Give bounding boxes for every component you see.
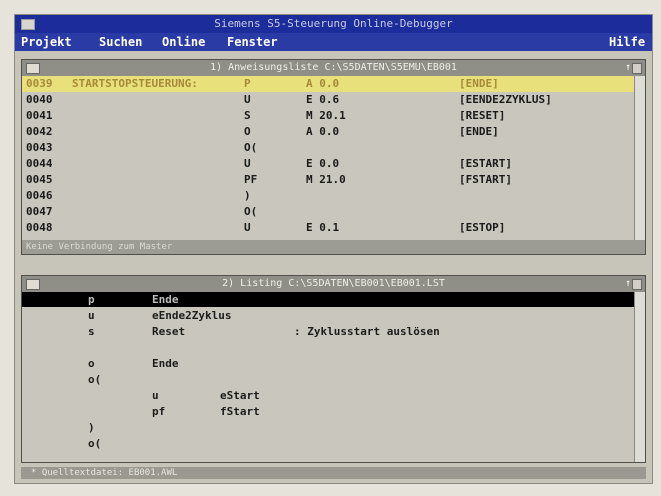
row-operation: S xyxy=(244,109,251,122)
window-titlebar: Siemens S5-Steuerung Online-Debugger xyxy=(15,15,652,33)
listing-col-arg: pf xyxy=(152,405,166,418)
row-symbol: [FSTART] xyxy=(459,173,512,186)
row-symbol: [ENDE] xyxy=(459,77,499,90)
row-address: 0043 xyxy=(26,141,53,154)
row-address: 0047 xyxy=(26,205,53,218)
listing-col-comment: : Zyklusstart auslösen xyxy=(294,325,440,338)
listing-col-arg: eEnde2Zyklus xyxy=(152,309,232,322)
row-operand: E 0.6 xyxy=(306,93,340,106)
row-symbol: [ESTART] xyxy=(459,157,512,170)
pane2-system-icon[interactable] xyxy=(26,279,40,290)
pane2-title: 2) Listing C:\S5DATEN\EB001\EB001.LST xyxy=(222,278,445,289)
pane-anweisungsliste: 1) Anweisungsliste C:\S5DATEN\S5EMU\EB00… xyxy=(21,59,646,255)
code-row[interactable]: 0047 O( xyxy=(22,204,635,220)
listing-row[interactable]: s Reset : Zyklusstart auslösen xyxy=(22,324,635,339)
row-operation: U xyxy=(244,221,251,234)
pane1-titlebar: 1) Anweisungsliste C:\S5DATEN\S5EMU\EB00… xyxy=(22,60,645,76)
pane1-system-icon[interactable] xyxy=(26,63,40,74)
pane2-listing-area[interactable]: p Ende u eEnde2Zyklus s Reset : Zyklusstart au… xyxy=(22,292,635,462)
pane2-maximize-icon[interactable]: ↑ xyxy=(625,278,631,290)
row-operation: ) xyxy=(244,189,251,202)
listing-row[interactable] xyxy=(22,340,635,355)
row-address: 0044 xyxy=(26,157,53,170)
row-operand: M 20.1 xyxy=(306,109,346,122)
listing-col-arg: u xyxy=(152,389,159,402)
code-row[interactable]: 0048 U E 0.1 [ESTOP] xyxy=(22,220,635,236)
listing-row[interactable]: o Ende xyxy=(22,356,635,371)
row-address: 0041 xyxy=(26,109,53,122)
row-operation: PF xyxy=(244,173,258,186)
pane1-close-icon[interactable] xyxy=(632,63,642,74)
row-operation: U xyxy=(244,93,251,106)
listing-col-op: o xyxy=(88,357,95,370)
row-operand: E 0.1 xyxy=(306,221,340,234)
row-symbol: [ESTOP] xyxy=(459,221,506,234)
listing-row[interactable]: u eEnde2Zyklus xyxy=(22,308,635,323)
pane1-status: Keine Verbindung zum Master xyxy=(22,240,645,254)
pane2-titlebar: 2) Listing C:\S5DATEN\EB001\EB001.LST ↑ xyxy=(22,276,645,292)
row-address: 0048 xyxy=(26,221,53,234)
status-bar: * Quelltextdatei: EB001.AWL xyxy=(21,467,646,479)
window-title: Siemens S5-Steuerung Online-Debugger xyxy=(214,17,453,30)
row-comment: STARTSTOPSTEUERUNG: xyxy=(72,77,198,90)
listing-col-op: ) xyxy=(88,421,95,434)
listing-col-op: u xyxy=(88,309,95,322)
menu-online[interactable]: Online xyxy=(162,33,205,51)
code-row[interactable]: 0039 STARTSTOPSTEUERUNG: P A 0.0 [ENDE] xyxy=(22,76,635,92)
code-row[interactable]: 0046) xyxy=(22,188,635,204)
listing-col-arg: Ende xyxy=(152,357,179,370)
pane2-close-icon[interactable] xyxy=(632,279,642,290)
row-operation: U xyxy=(244,157,251,170)
menu-projekt[interactable]: Projekt xyxy=(21,33,72,51)
listing-row[interactable]: o( xyxy=(22,372,635,387)
system-menu-icon[interactable] xyxy=(21,19,35,30)
listing-row[interactable]: o( xyxy=(22,436,635,451)
listing-col-op: s xyxy=(88,325,95,338)
listing-col-op: o( xyxy=(88,437,102,450)
row-operand: M 21.0 xyxy=(306,173,346,186)
row-symbol: [ENDE] xyxy=(459,125,499,138)
menu-hilfe[interactable]: Hilfe xyxy=(609,33,645,51)
listing-row[interactable]: ) xyxy=(22,420,635,435)
code-row[interactable]: 0040 U E 0.6 [EENDE2ZYKLUS] xyxy=(22,92,635,108)
listing-col-arg: Reset xyxy=(152,325,186,338)
listing-row[interactable]: pf fStart xyxy=(22,404,635,419)
code-row[interactable]: 0042 O A 0.0 [ENDE] xyxy=(22,124,635,140)
listing-col-arg2: fStart xyxy=(220,405,260,418)
row-address: 0039 xyxy=(26,77,53,90)
listing-row[interactable]: p Ende xyxy=(22,292,635,307)
pane1-title: 1) Anweisungsliste C:\S5DATEN\S5EMU\EB00… xyxy=(210,62,457,73)
row-address: 0046 xyxy=(26,189,53,202)
pane2-scrollbar[interactable] xyxy=(634,292,645,462)
row-symbol: [EENDE2ZYKLUS] xyxy=(459,93,552,106)
menu-fenster[interactable]: Fenster xyxy=(227,33,278,51)
row-operation: P xyxy=(244,77,251,90)
row-operand: E 0.0 xyxy=(306,157,340,170)
menu-suchen[interactable]: Suchen xyxy=(99,33,142,51)
row-operand: A 0.0 xyxy=(306,125,340,138)
listing-col-arg2: eStart xyxy=(220,389,260,402)
menu-bar: Projekt Suchen Online Fenster Hilfe xyxy=(15,33,652,51)
pane1-maximize-icon[interactable]: ↑ xyxy=(625,62,631,74)
code-row[interactable]: 0045 PF M 21.0 [FSTART] xyxy=(22,172,635,188)
listing-row[interactable]: u eStart xyxy=(22,388,635,403)
pane1-code-area[interactable]: 0039 STARTSTOPSTEUERUNG: P A 0.0 [ENDE] 0040 U… xyxy=(22,76,635,240)
listing-col-arg: Ende xyxy=(152,293,179,306)
pane-listing: 2) Listing C:\S5DATEN\EB001\EB001.LST ↑ … xyxy=(21,275,646,463)
row-address: 0040 xyxy=(26,93,53,106)
row-address: 0042 xyxy=(26,125,53,138)
row-operand: A 0.0 xyxy=(306,77,340,90)
row-operation: O xyxy=(244,125,251,138)
debugger-window: Siemens S5-Steuerung Online-Debugger Pro… xyxy=(14,14,653,484)
code-row[interactable]: 0041 S M 20.1 [RESET] xyxy=(22,108,635,124)
code-row[interactable]: 0044 U E 0.0 [ESTART] xyxy=(22,156,635,172)
row-operation: O( xyxy=(244,141,258,154)
row-address: 0045 xyxy=(26,173,53,186)
row-operation: O( xyxy=(244,205,258,218)
row-symbol: [RESET] xyxy=(459,109,506,122)
listing-col-op: p xyxy=(88,293,95,306)
pane1-scrollbar[interactable] xyxy=(634,76,645,240)
listing-col-op: o( xyxy=(88,373,102,386)
code-row[interactable]: 0043 O( xyxy=(22,140,635,156)
